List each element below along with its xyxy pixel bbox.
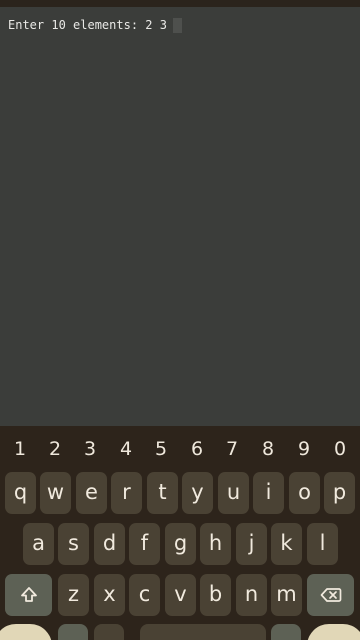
- key-e[interactable]: e: [76, 472, 107, 514]
- key-g[interactable]: g: [165, 523, 196, 565]
- key-3[interactable]: 3: [72, 434, 108, 464]
- backspace-icon: [320, 588, 341, 602]
- key-r[interactable]: r: [111, 472, 142, 514]
- key-x[interactable]: x: [94, 574, 125, 616]
- period-key[interactable]: [271, 624, 301, 640]
- key-l[interactable]: l: [307, 523, 338, 565]
- text-cursor: [172, 17, 182, 33]
- symbols-key[interactable]: [0, 624, 52, 640]
- key-o[interactable]: o: [289, 472, 320, 514]
- key-p[interactable]: p: [324, 472, 355, 514]
- status-bar: [0, 0, 360, 7]
- space-key[interactable]: [140, 624, 266, 640]
- key-9[interactable]: 9: [286, 434, 322, 464]
- key-m[interactable]: m: [271, 574, 302, 616]
- comma-key[interactable]: [58, 624, 88, 640]
- key-y[interactable]: y: [182, 472, 213, 514]
- key-s[interactable]: s: [58, 523, 89, 565]
- key-t[interactable]: t: [147, 472, 178, 514]
- key-h[interactable]: h: [200, 523, 231, 565]
- backspace-key[interactable]: [307, 574, 354, 616]
- key-j[interactable]: j: [236, 523, 267, 565]
- terminal-prompt-line: Enter 10 elements: 2 3: [8, 17, 182, 33]
- key-k[interactable]: k: [271, 523, 302, 565]
- key-1[interactable]: 1: [2, 434, 38, 464]
- number-row: 1 2 3 4 5 6 7 8 9 0: [0, 434, 360, 464]
- terminal-screen[interactable]: Enter 10 elements: 2 3: [0, 7, 360, 426]
- key-i[interactable]: i: [253, 472, 284, 514]
- shift-arrow-icon: [20, 587, 37, 602]
- key-d[interactable]: d: [94, 523, 125, 565]
- key-0[interactable]: 0: [322, 434, 358, 464]
- key-5[interactable]: 5: [143, 434, 179, 464]
- key-w[interactable]: w: [40, 472, 71, 514]
- key-n[interactable]: n: [236, 574, 267, 616]
- shift-key[interactable]: [5, 574, 52, 616]
- on-screen-keyboard: 1 2 3 4 5 6 7 8 9 0 q w e r t y u i o p …: [0, 426, 360, 640]
- key-f[interactable]: f: [129, 523, 160, 565]
- key-v[interactable]: v: [165, 574, 196, 616]
- key-7[interactable]: 7: [214, 434, 250, 464]
- key-c[interactable]: c: [129, 574, 160, 616]
- key-8[interactable]: 8: [250, 434, 286, 464]
- emoji-key[interactable]: [94, 624, 124, 640]
- key-q[interactable]: q: [5, 472, 36, 514]
- key-b[interactable]: b: [200, 574, 231, 616]
- key-z[interactable]: z: [58, 574, 89, 616]
- key-4[interactable]: 4: [108, 434, 144, 464]
- key-6[interactable]: 6: [179, 434, 215, 464]
- enter-key[interactable]: [307, 624, 360, 640]
- terminal-prompt-text: Enter 10 elements: 2 3: [8, 18, 167, 32]
- key-u[interactable]: u: [218, 472, 249, 514]
- key-2[interactable]: 2: [37, 434, 73, 464]
- key-a[interactable]: a: [23, 523, 54, 565]
